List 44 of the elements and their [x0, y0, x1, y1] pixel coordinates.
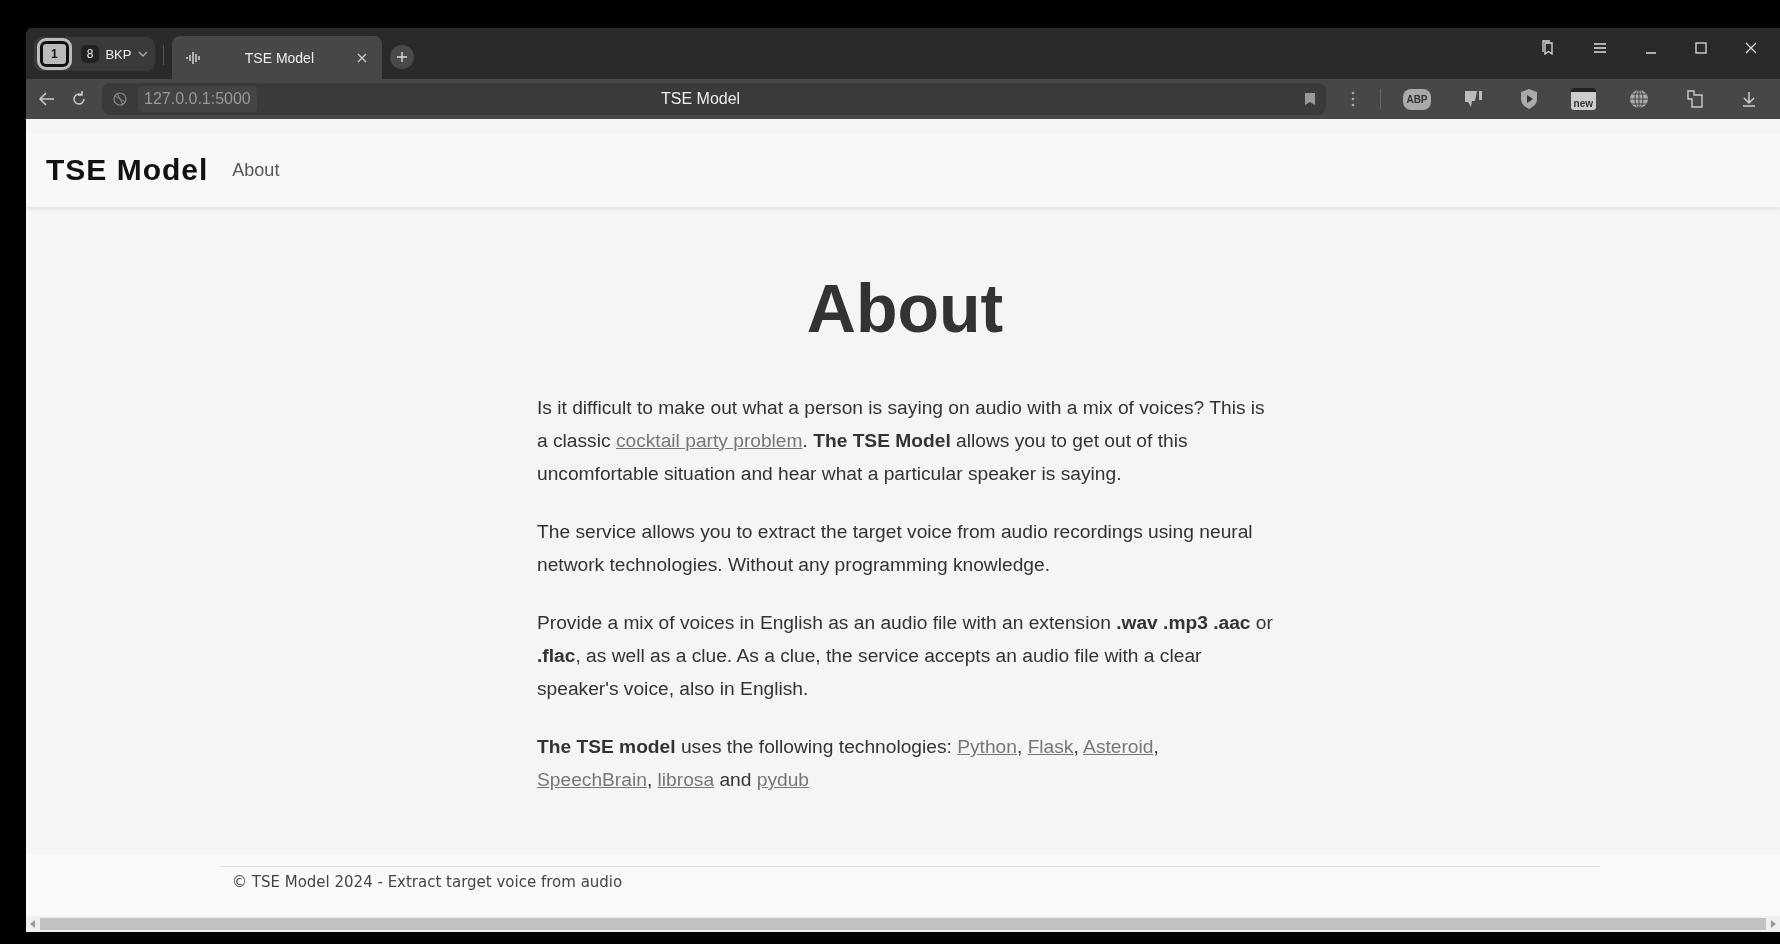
link[interactable]: pydub	[756, 769, 810, 790]
tab-group[interactable]: 1 8 BKP	[34, 37, 156, 71]
site-logo[interactable]: TSE Model	[46, 153, 209, 187]
nav-link[interactable]: About	[232, 159, 280, 181]
tab-group-number: 1	[40, 41, 69, 67]
adblock-icon[interactable]: ABP	[1403, 88, 1431, 110]
menu-icon[interactable]	[1592, 40, 1608, 55]
maximize-icon[interactable]	[1694, 40, 1708, 55]
link[interactable]: Python	[957, 736, 1017, 757]
scrollbar-thumb[interactable]	[40, 918, 1766, 930]
link[interactable]: cocktail party problem	[615, 430, 803, 451]
paragraph: The TSE model uses the following technologies: Python, Flask, Asteroid, SpeechBrain, librosa and pydub	[537, 735, 1160, 792]
tab-count: 8	[80, 45, 100, 63]
horizontal-scrollbar[interactable]	[26, 916, 1780, 932]
link[interactable]: Flask	[1027, 736, 1074, 757]
address-field[interactable]: 127.0.0.1:5000 TSE Model	[102, 83, 1327, 115]
browser-tab[interactable]: TSE Model	[172, 36, 383, 79]
paragraph: Is it difficult to make out what a person is saying on audio with a mix of voices? This is a classic cocktail party problem. The TSE Model allows you to get out of this uncomfortable situation and hear what a particular speaker is saying.	[537, 396, 1266, 486]
shield-play-icon[interactable]	[1518, 88, 1539, 110]
download-icon[interactable]	[1740, 90, 1758, 108]
page-title: TSE Model	[660, 90, 742, 108]
waveform-icon	[186, 50, 203, 65]
puzzle-icon[interactable]	[1684, 88, 1706, 110]
tab-title: TSE Model	[243, 49, 315, 66]
more-icon[interactable]	[1350, 90, 1357, 108]
reload-icon[interactable]	[70, 90, 88, 108]
link[interactable]: librosa	[657, 769, 715, 790]
back-arrow-icon[interactable]	[38, 91, 56, 107]
footer-text: © TSE Model 2024 - Extract target voice from audio	[232, 873, 623, 891]
link[interactable]: Asteroid	[1083, 736, 1154, 757]
new-badge-icon[interactable]: new	[1570, 88, 1596, 110]
close-icon[interactable]	[356, 51, 369, 64]
paragraph: Provide a mix of voices in English as an audio file with an extension .wav .mp3 .aac or .flac, as well as a clue. As a clue, the service accepts an audio file with a clear speaker's voice, also in English.	[537, 611, 1273, 701]
tab-group-label: BKP	[105, 46, 132, 62]
plus-icon	[396, 51, 409, 63]
new-tab-button[interactable]	[390, 45, 415, 69]
close-icon[interactable]	[1744, 40, 1758, 55]
bookmark-icon[interactable]	[1304, 92, 1317, 106]
link[interactable]: SpeechBrain	[537, 769, 647, 790]
thumbs-down-icon[interactable]	[1462, 89, 1485, 109]
url-text: 127.0.0.1:5000	[138, 86, 257, 112]
paragraph: The service allows you to extract the target voice from audio recordings using neural network technologies. Without any programming knowledge.	[537, 520, 1254, 577]
page-heading: About	[805, 269, 1005, 347]
bookmarks-icon[interactable]	[1540, 39, 1556, 56]
